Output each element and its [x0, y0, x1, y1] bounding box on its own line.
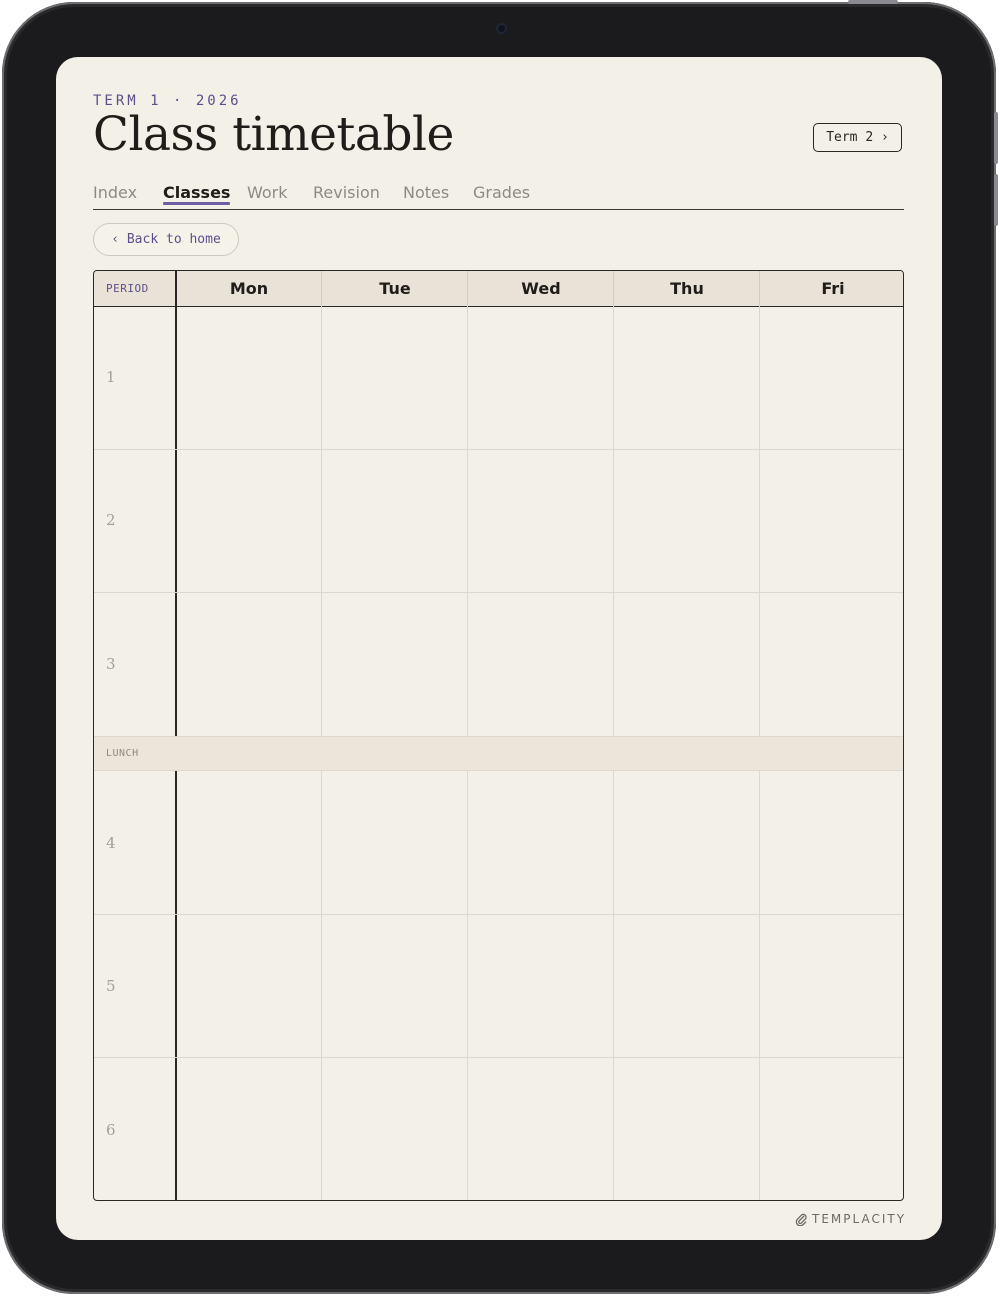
- brand-name: TEMPLACITY: [812, 1212, 907, 1226]
- period-number-6: 6: [106, 1121, 116, 1139]
- period-number-4: 4: [106, 834, 116, 852]
- day-header-wed: Wed: [521, 279, 561, 298]
- period-number-5: 5: [106, 977, 116, 995]
- header-divider: [175, 271, 177, 306]
- brand-logo: TEMPLACITY: [795, 1212, 906, 1226]
- tab-revision[interactable]: Revision: [313, 183, 380, 202]
- lunch-label: LUNCH: [106, 748, 139, 759]
- header-divider: [759, 271, 760, 306]
- row-divider: [94, 1057, 903, 1058]
- row-divider: [94, 449, 903, 450]
- section-tabs: Index Classes Work Revision Notes Grades: [93, 183, 904, 210]
- volume-up-button: [994, 112, 998, 164]
- header-divider: [467, 271, 468, 306]
- period-column-header: PERIOD: [106, 282, 149, 295]
- tab-notes[interactable]: Notes: [403, 183, 449, 202]
- tab-index[interactable]: Index: [93, 183, 137, 202]
- row-divider: [94, 592, 903, 593]
- next-term-button[interactable]: Term 2 ›: [813, 123, 902, 152]
- camera-icon: [496, 23, 507, 34]
- power-button: [848, 0, 898, 4]
- row-divider: [94, 914, 903, 915]
- day-header-mon: Mon: [229, 279, 269, 298]
- page-title: Class timetable: [93, 107, 454, 162]
- day-header-tue: Tue: [379, 279, 411, 298]
- day-header-thu: Thu: [670, 279, 704, 298]
- header-divider: [321, 271, 322, 306]
- period-number-3: 3: [106, 655, 116, 673]
- timetable-grid: PERIOD Mon Tue Wed Thu Fri 1 2 3 LUNCH 4…: [93, 270, 904, 1201]
- screen: TERM 1 · 2026 Class timetable Term 2 › I…: [56, 57, 942, 1240]
- lunch-row: LUNCH: [94, 736, 903, 771]
- header-divider: [613, 271, 614, 306]
- period-number-2: 2: [106, 511, 116, 529]
- tab-work[interactable]: Work: [247, 183, 288, 202]
- period-divider-top: [175, 271, 177, 736]
- paperclip-icon: [795, 1213, 807, 1226]
- back-to-home-button[interactable]: ‹ Back to home: [93, 223, 239, 256]
- timetable-header: PERIOD Mon Tue Wed Thu Fri: [94, 271, 903, 307]
- tab-grades[interactable]: Grades: [473, 183, 530, 202]
- tab-classes[interactable]: Classes: [163, 183, 231, 205]
- volume-down-button: [994, 174, 998, 226]
- day-header-fri: Fri: [821, 279, 845, 298]
- period-number-1: 1: [106, 368, 116, 386]
- period-divider-bottom: [175, 771, 177, 1200]
